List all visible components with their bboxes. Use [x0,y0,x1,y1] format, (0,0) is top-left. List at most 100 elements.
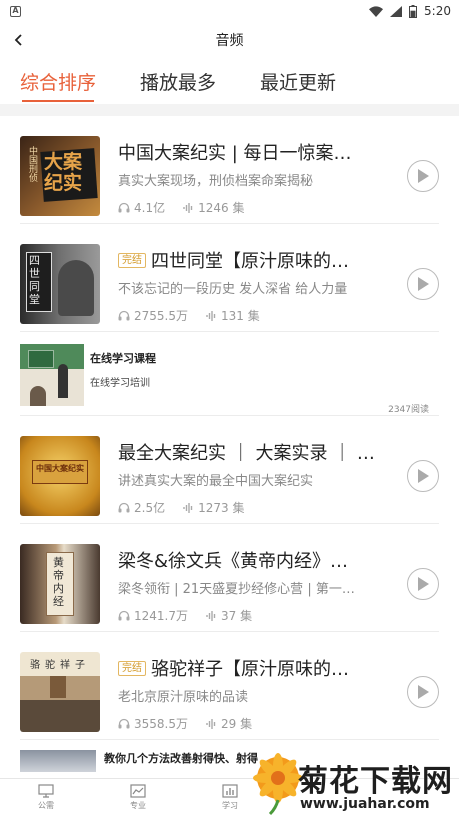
ad-subtitle: 在线学习培训 [90,378,150,389]
cover-text: 骆驼祥子 [30,660,90,671]
waveform-icon [206,718,216,729]
ad-banner[interactable]: 在线学习课程 在线学习培训 2347阅读 [20,332,439,416]
cover-text: 中国大案纪实 [36,464,84,473]
album-cover: 黄帝内经 [20,544,100,624]
episode-count: 131 集 [206,307,260,324]
cover-text: 四世同堂 [29,254,40,306]
completed-badge: 完结 [118,660,146,676]
status-bar: A 5:20 [0,0,459,22]
item-description: 讲述真实大案的最全中国大案纪实 [118,474,314,489]
item-title: 骆驼祥子【原汁原味的… [151,659,349,680]
play-icon [418,577,429,591]
item-title: 最全大案纪实 ｜ 大案实录 ｜ … [118,443,375,464]
waveform-icon [183,502,193,513]
album-cover: 骆驼祥子 [20,652,100,732]
completed-badge: 完结 [118,252,146,268]
item-info: 最全大案纪实 ｜ 大案实录 ｜ … 讲述真实大案的最全中国大案纪实 2.5亿 1… [118,440,379,516]
status-right: 5:20 [369,4,451,18]
chart-line-icon [130,784,146,798]
play-count: 1241.7万 [118,607,188,624]
bottom-nav-professional[interactable]: 专业 [92,779,184,816]
item-title: 四世同堂【原汁原味的… [151,251,349,272]
bar-chart-icon [222,784,238,798]
wifi-icon [369,5,384,17]
play-count: 4.1亿 [118,199,165,216]
episode-count: 29 集 [206,715,252,732]
item-info: 梁冬&徐文兵《黄帝内经》… 梁冬领衔 | 21天盛夏抄经修心营 | 第一… 12… [118,548,379,624]
item-info: 完结 骆驼祥子【原汁原味的… 老北京原汁原味的品读 3558.5万 29 集 [118,656,379,732]
play-button[interactable] [407,160,439,192]
ad-title: 在线学习课程 [90,352,156,365]
app-notification-icon: A [10,5,21,17]
watermark-url: www.juahar.com [300,796,430,812]
ad-image [20,750,96,772]
play-button[interactable] [407,568,439,600]
album-cover: 中国大案纪实 [20,436,100,516]
waveform-icon [206,310,216,321]
album-cover: 中国刑侦 大案纪实 [20,136,100,216]
headphones-icon [118,310,130,321]
item-info: 完结 四世同堂【原汁原味的… 不该忘记的一段历史 发人深省 给人力量 2755.… [118,248,379,324]
item-stats: 3558.5万 29 集 [118,715,379,732]
headphones-icon [118,718,130,729]
list-item[interactable]: 中国刑侦 大案纪实 中国大案纪实 | 每日一惊案… 真实大案现场，刑侦档案命案揭… [20,116,439,224]
list-item[interactable]: 黄帝内经 梁冬&徐文兵《黄帝内经》… 梁冬领衔 | 21天盛夏抄经修心营 | 第… [20,524,439,632]
cover-text: 大案纪实 [44,151,83,194]
tab-most-played[interactable]: 播放最多 [140,58,216,104]
play-button[interactable] [407,268,439,300]
watermark: 菊花下载网 www.juahar.com [252,742,459,816]
audio-list: 中国刑侦 大案纪实 中国大案纪实 | 每日一惊案… 真实大案现场，刑侦档案命案揭… [0,116,459,772]
section-divider [0,104,459,116]
item-stats: 2.5亿 1273 集 [118,499,379,516]
play-button[interactable] [407,460,439,492]
episode-count: 37 集 [206,607,252,624]
headphones-icon [118,202,130,213]
play-button[interactable] [407,676,439,708]
play-count: 2755.5万 [118,307,188,324]
item-stats: 4.1亿 1246 集 [118,199,379,216]
play-icon [418,169,429,183]
signal-icon [390,5,403,17]
item-title: 梁冬&徐文兵《黄帝内经》… [118,551,349,572]
headphones-icon [118,610,130,621]
play-icon [418,685,429,699]
episode-count: 1246 集 [183,199,244,216]
list-item[interactable]: 骆驼祥子 完结 骆驼祥子【原汁原味的… 老北京原汁原味的品读 3558.5万 2… [20,632,439,740]
bottom-nav-public[interactable]: 公需 [0,779,92,816]
back-button[interactable] [6,28,30,52]
list-item[interactable]: 四世同堂 完结 四世同堂【原汁原味的… 不该忘记的一段历史 发人深省 给人力量 … [20,224,439,332]
headphones-icon [118,502,130,513]
sort-tabs: 综合排序 播放最多 最近更新 [0,58,459,104]
episode-count: 1273 集 [183,499,244,516]
tab-recently-updated[interactable]: 最近更新 [260,58,336,104]
ad-image [20,344,84,406]
tab-comprehensive[interactable]: 综合排序 [20,58,96,104]
album-cover: 四世同堂 [20,244,100,324]
item-stats: 2755.5万 131 集 [118,307,379,324]
item-info: 中国大案纪实 | 每日一惊案… 真实大案现场，刑侦档案命案揭秘 4.1亿 124… [118,140,379,216]
item-description: 真实大案现场，刑侦档案命案揭秘 [118,174,314,189]
page-title: 音频 [215,33,244,49]
watermark-title: 菊花下载网 [298,764,453,799]
ad-title: 教你几个方法改善射得快、射得 [104,752,258,765]
item-title: 中国大案纪实 | 每日一惊案… [118,143,352,164]
battery-icon [409,4,418,18]
play-count: 2.5亿 [118,499,165,516]
nav-bar: 音频 [0,22,459,58]
list-item[interactable]: 中国大案纪实 最全大案纪实 ｜ 大案实录 ｜ … 讲述真实大案的最全中国大案纪实… [20,416,439,524]
cover-text: 黄帝内经 [53,556,64,608]
ad-read-count: 2347阅读 [388,405,429,415]
play-icon [418,277,429,291]
item-description: 不该忘记的一段历史 发人深省 给人力量 [118,282,348,297]
chevron-left-icon [14,34,22,46]
play-count: 3558.5万 [118,715,188,732]
status-time: 5:20 [424,4,451,18]
item-description: 梁冬领衔 | 21天盛夏抄经修心营 | 第一… [118,582,355,597]
item-description: 老北京原汁原味的品读 [118,690,249,705]
waveform-icon [183,202,193,213]
item-stats: 1241.7万 37 集 [118,607,379,624]
waveform-icon [206,610,216,621]
status-left: A [10,5,21,17]
monitor-icon [38,784,54,798]
play-icon [418,469,429,483]
